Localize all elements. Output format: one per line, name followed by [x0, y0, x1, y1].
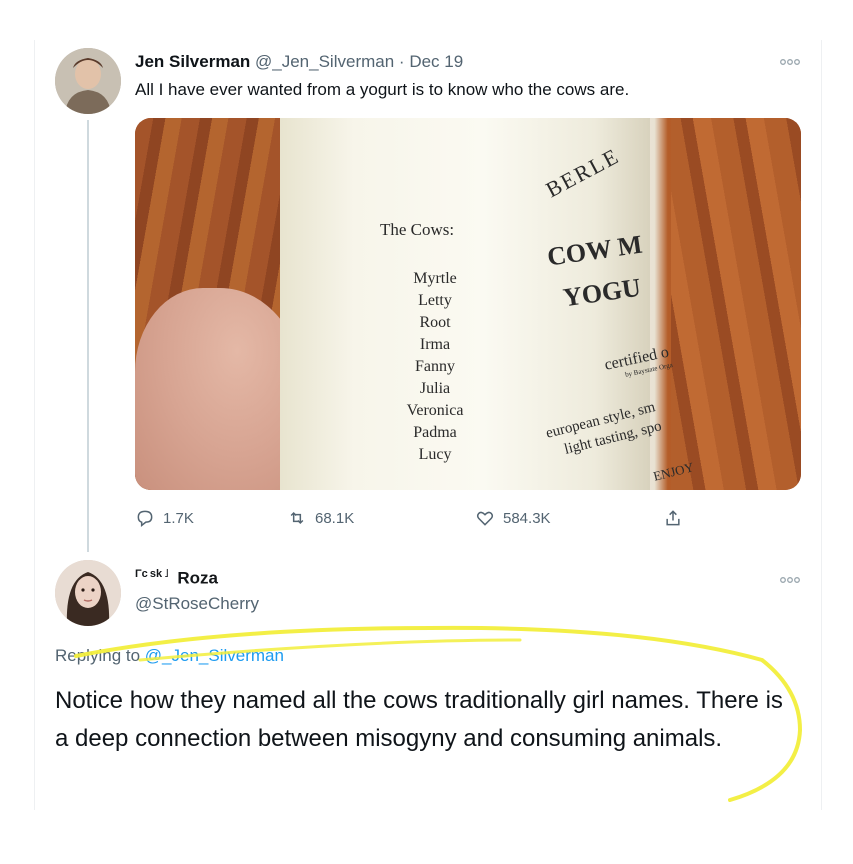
- more-options-button[interactable]: [779, 54, 805, 65]
- author-name[interactable]: Roza: [177, 569, 218, 588]
- tweet-actions: 1.7K 68.1K 584.3K: [135, 508, 801, 536]
- more-options-button[interactable]: [779, 572, 805, 583]
- more-dots-icon: [780, 59, 800, 65]
- tweet-header: Jen Silverman @_Jen_Silverman · Dec 19: [135, 52, 463, 72]
- mention-link[interactable]: @_Jen_Silverman: [145, 646, 284, 665]
- author-name[interactable]: Jen Silverman: [135, 52, 250, 71]
- cow-name: Julia: [419, 380, 451, 397]
- thread-connector-line: [87, 120, 89, 552]
- like-count: 584.3K: [503, 509, 551, 527]
- cow-name: Letty: [418, 292, 452, 309]
- separator-dot: ·: [398, 52, 405, 71]
- more-dots-icon: [780, 577, 800, 583]
- cow-name: Root: [419, 314, 451, 331]
- reply-count: 1.7K: [163, 509, 194, 527]
- reply-icon: [137, 510, 153, 528]
- tweet-date[interactable]: Dec 19: [409, 52, 463, 71]
- tweet-header: Γc sk ˩ Roza: [135, 568, 218, 589]
- replying-label: Replying to: [55, 646, 141, 665]
- cows-title: The Cows:: [380, 220, 455, 239]
- tweet-text: All I have ever wanted from a yogurt is …: [135, 80, 630, 99]
- avatar[interactable]: [55, 48, 121, 114]
- share-icon: [666, 510, 680, 526]
- profile-photo-icon: [55, 560, 121, 626]
- cow-name: Padma: [413, 424, 457, 441]
- replying-to-line: Replying to @_Jen_Silverman: [55, 646, 284, 666]
- cow-name: Fanny: [415, 358, 455, 375]
- retweet-button[interactable]: 68.1K: [287, 508, 354, 528]
- profile-photo-icon: [55, 48, 121, 114]
- author-handle[interactable]: @_Jen_Silverman: [255, 52, 394, 71]
- retweet-icon: [290, 511, 304, 525]
- tweet-thread-card: Jen Silverman @_Jen_Silverman · Dec 19 A…: [34, 40, 822, 810]
- cow-name-list: Myrtle Letty Root Irma Fanny Julia Veron…: [395, 268, 475, 466]
- heart-icon: [476, 511, 494, 526]
- like-button[interactable]: 584.3K: [475, 508, 551, 528]
- reply-tweet-text: Notice how they named all the cows tradi…: [55, 687, 783, 752]
- reply-button[interactable]: 1.7K: [135, 508, 194, 528]
- name-badge: Γc sk ˩: [135, 568, 169, 580]
- share-button[interactable]: [663, 508, 683, 528]
- retweet-count: 68.1K: [315, 509, 355, 527]
- avatar[interactable]: [55, 560, 121, 626]
- wood-background-right: [671, 118, 801, 490]
- cow-name: Veronica: [406, 402, 464, 419]
- cow-name: Irma: [419, 336, 451, 353]
- cow-name: Lucy: [418, 446, 452, 463]
- tweet-photo[interactable]: The Cows: Myrtle Letty Root Irma Fanny J…: [135, 118, 801, 490]
- author-handle[interactable]: @StRoseCherry: [135, 594, 259, 614]
- cow-name: Myrtle: [413, 270, 457, 287]
